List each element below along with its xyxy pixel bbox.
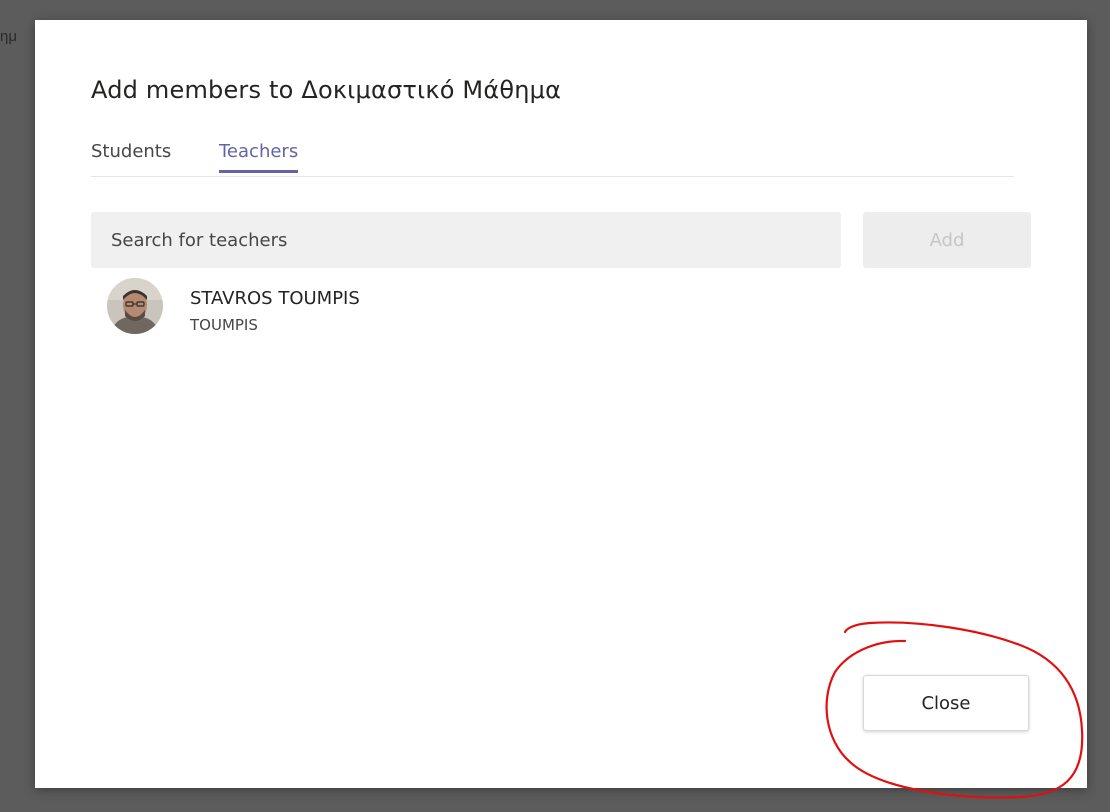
- tab-teachers[interactable]: Teachers: [219, 141, 299, 173]
- tab-bar: Students Teachers: [91, 138, 1014, 177]
- tab-students[interactable]: Students: [91, 141, 171, 170]
- result-subtitle: TOUMPIS: [190, 316, 258, 334]
- dialog-title: Add members to Δοκιμαστικό Μάθημα: [91, 76, 562, 104]
- result-name: STAVROS TOUMPIS: [190, 288, 360, 309]
- background-partial-text: ημ: [0, 28, 17, 45]
- avatar: [107, 278, 163, 334]
- close-button[interactable]: Close: [863, 675, 1029, 731]
- user-photo-icon: [107, 278, 163, 334]
- add-button[interactable]: Add: [863, 212, 1031, 268]
- search-input[interactable]: [91, 212, 841, 268]
- list-item[interactable]: STAVROS TOUMPIS TOUMPIS: [107, 278, 507, 338]
- add-members-dialog: Add members to Δοκιμαστικό Μάθημα Studen…: [35, 20, 1087, 788]
